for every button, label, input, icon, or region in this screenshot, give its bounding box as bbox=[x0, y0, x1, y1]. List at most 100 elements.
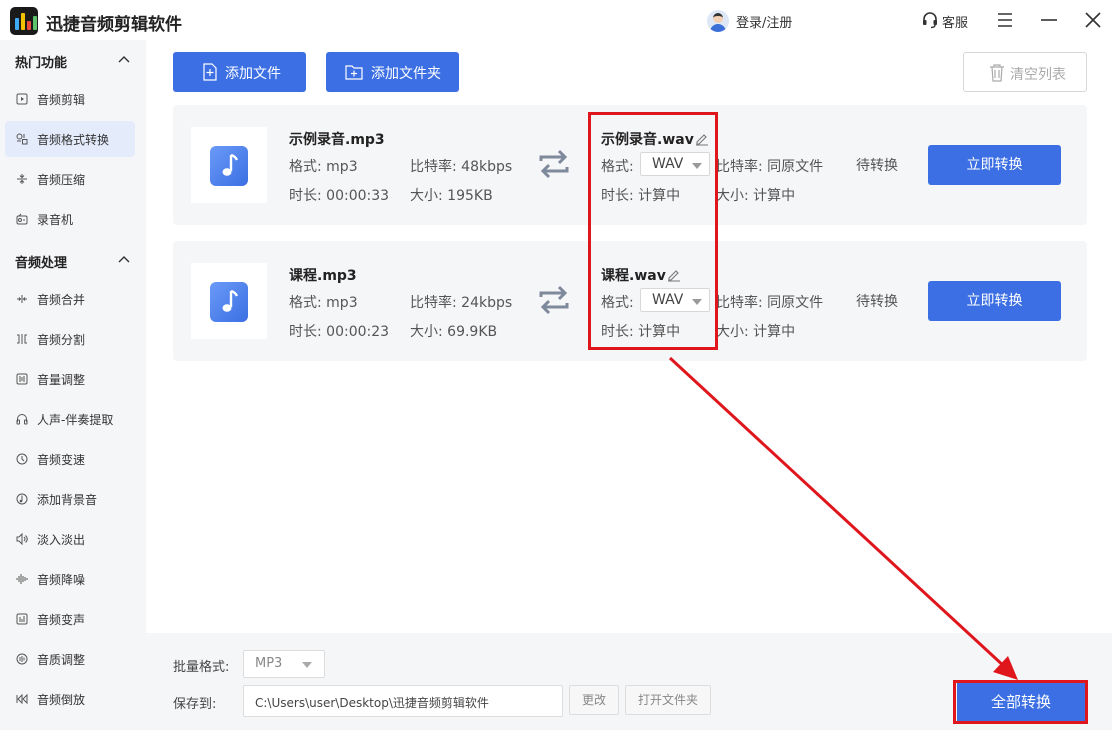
sidebar-item-fade[interactable]: 淡入淡出 bbox=[5, 521, 135, 557]
sidebar-item-label: 音频降噪 bbox=[37, 573, 86, 587]
sidebar-item-label: 录音机 bbox=[37, 213, 74, 227]
sidebar-item-label: 音质调整 bbox=[37, 653, 86, 667]
add-file-icon bbox=[203, 63, 217, 81]
output-size: 大小: 计算中 bbox=[716, 188, 796, 204]
convert-now-button[interactable]: 立即转换 bbox=[928, 145, 1061, 185]
app-logo-icon bbox=[10, 7, 38, 35]
batch-format-select[interactable]: MP3 bbox=[243, 650, 325, 678]
sidebar-item-label: 添加背景音 bbox=[37, 493, 98, 507]
menu-icon[interactable] bbox=[993, 8, 1017, 32]
clear-list-label: 清空列表 bbox=[1010, 67, 1066, 83]
sidebar-item-denoise[interactable]: 音频降噪 bbox=[5, 561, 135, 597]
output-bitrate: 比特率: 同原文件 bbox=[716, 295, 824, 311]
add-folder-button[interactable]: 添加文件夹 bbox=[326, 52, 459, 92]
chevron-up-icon[interactable] bbox=[118, 254, 130, 264]
login-link[interactable]: 登录/注册 bbox=[736, 12, 792, 31]
save-path-field[interactable]: C:\Users\user\Desktop\迅捷音频剪辑软件 bbox=[243, 685, 563, 717]
file-bitrate: 比特率: 48kbps bbox=[410, 159, 513, 175]
chevron-down-icon bbox=[302, 662, 312, 668]
sidebar-item-label: 音量调整 bbox=[37, 373, 86, 387]
trash-icon bbox=[990, 64, 1004, 82]
sidebar-item-reverse[interactable]: 音频倒放 bbox=[5, 681, 135, 717]
compress-icon bbox=[17, 174, 27, 184]
file-format: 格式: mp3 bbox=[289, 159, 358, 175]
clear-list-button[interactable]: 清空列表 bbox=[963, 52, 1087, 92]
save-path-value: C:\Users\user\Desktop\迅捷音频剪辑软件 bbox=[255, 696, 489, 710]
highlight-box bbox=[953, 680, 1088, 724]
add-folder-icon bbox=[345, 65, 363, 80]
audio-cut-icon bbox=[16, 93, 28, 105]
batch-format-label: 批量格式: bbox=[173, 660, 230, 675]
recorder-icon bbox=[16, 213, 28, 225]
file-size: 大小: 195KB bbox=[410, 188, 493, 204]
sidebar: 热门功能 音频剪辑 音频格式转换 音频压缩 录音机 音频处理 音频合并 音频分割 bbox=[0, 40, 146, 730]
quality-icon bbox=[16, 653, 28, 665]
sidebar-item-label: 音频合并 bbox=[37, 293, 86, 307]
audio-file-thumbnail bbox=[191, 263, 267, 339]
reverse-icon bbox=[16, 693, 28, 705]
close-icon[interactable] bbox=[1081, 8, 1105, 32]
convert-arrows-icon bbox=[539, 149, 569, 179]
speed-icon bbox=[16, 453, 28, 465]
file-bitrate: 比特率: 24kbps bbox=[410, 295, 513, 311]
file-format: 格式: mp3 bbox=[289, 295, 358, 311]
sidebar-item-label: 音频压缩 bbox=[37, 173, 86, 187]
section-audio-processing[interactable]: 音频处理 bbox=[15, 252, 67, 271]
output-bitrate: 比特率: 同原文件 bbox=[716, 159, 824, 175]
sidebar-item-merge[interactable]: 音频合并 bbox=[5, 281, 135, 317]
sidebar-item-voice-change[interactable]: 音频变声 bbox=[5, 601, 135, 637]
minimize-icon[interactable] bbox=[1037, 8, 1061, 32]
music-note-icon bbox=[210, 146, 248, 186]
add-file-button[interactable]: 添加文件 bbox=[173, 52, 306, 92]
change-button[interactable]: 更改 bbox=[569, 685, 619, 715]
merge-icon bbox=[17, 295, 27, 303]
customer-service-link[interactable]: 客服 bbox=[942, 12, 968, 31]
sidebar-item-audio-cut[interactable]: 音频剪辑 bbox=[5, 81, 135, 117]
highlight-box bbox=[588, 112, 718, 350]
sidebar-item-label: 音频分割 bbox=[37, 333, 86, 347]
format-convert-icon bbox=[16, 133, 28, 145]
sidebar-item-label: 音频变声 bbox=[37, 613, 86, 627]
vocal-extract-icon bbox=[16, 414, 28, 425]
open-folder-button[interactable]: 打开文件夹 bbox=[625, 685, 711, 715]
audio-file-thumbnail bbox=[191, 127, 267, 203]
chevron-up-icon[interactable] bbox=[118, 54, 130, 64]
sidebar-item-label: 音频倒放 bbox=[37, 693, 86, 707]
title-bar: 迅捷音频剪辑软件 登录/注册 客服 bbox=[0, 0, 1112, 40]
fade-icon bbox=[16, 533, 28, 545]
sidebar-item-format-convert[interactable]: 音频格式转换 bbox=[5, 121, 135, 157]
section-hot-features[interactable]: 热门功能 bbox=[15, 52, 67, 71]
status-badge: 待转换 bbox=[856, 158, 898, 174]
sidebar-item-label: 人声-伴奏提取 bbox=[37, 413, 114, 427]
output-size: 大小: 计算中 bbox=[716, 324, 796, 340]
convert-now-button[interactable]: 立即转换 bbox=[928, 281, 1061, 321]
file-name: 示例录音.mp3 bbox=[289, 132, 385, 148]
split-icon bbox=[17, 334, 27, 344]
voice-change-icon bbox=[16, 613, 28, 625]
sidebar-item-speed[interactable]: 音频变速 bbox=[5, 441, 135, 477]
app-title: 迅捷音频剪辑软件 bbox=[46, 15, 182, 35]
sidebar-item-label: 音频变速 bbox=[37, 453, 86, 467]
sidebar-item-volume[interactable]: 音量调整 bbox=[5, 361, 135, 397]
music-note-icon bbox=[210, 282, 248, 322]
file-duration: 时长: 00:00:33 bbox=[289, 188, 390, 204]
file-duration: 时长: 00:00:23 bbox=[289, 324, 390, 340]
headset-icon[interactable] bbox=[921, 11, 939, 29]
convert-arrows-icon bbox=[539, 285, 569, 315]
sidebar-item-recorder[interactable]: 录音机 bbox=[5, 201, 135, 237]
sidebar-item-quality[interactable]: 音质调整 bbox=[5, 641, 135, 677]
sidebar-item-label: 音频格式转换 bbox=[37, 133, 110, 147]
add-folder-label: 添加文件夹 bbox=[371, 66, 441, 82]
file-size: 大小: 69.9KB bbox=[410, 324, 498, 340]
sidebar-item-background-music[interactable]: 添加背景音 bbox=[5, 481, 135, 517]
background-music-icon bbox=[16, 493, 28, 505]
file-name: 课程.mp3 bbox=[289, 268, 357, 284]
sidebar-item-vocal-extract[interactable]: 人声-伴奏提取 bbox=[5, 401, 135, 437]
avatar[interactable] bbox=[707, 10, 729, 32]
add-file-label: 添加文件 bbox=[225, 66, 281, 82]
save-to-label: 保存到: bbox=[173, 697, 217, 712]
volume-icon bbox=[16, 373, 28, 385]
sidebar-item-split[interactable]: 音频分割 bbox=[5, 321, 135, 357]
sidebar-item-compress[interactable]: 音频压缩 bbox=[5, 161, 135, 197]
batch-format-value: MP3 bbox=[255, 656, 283, 671]
